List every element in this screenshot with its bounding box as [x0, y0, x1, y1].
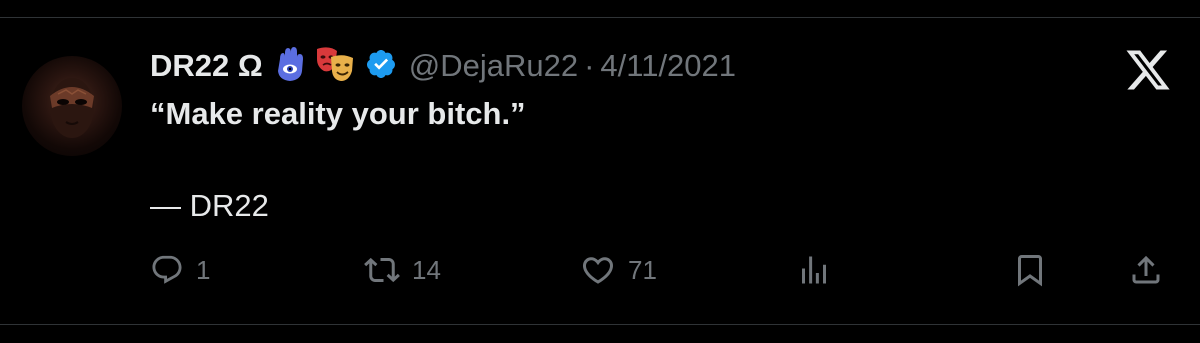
avatar[interactable] [22, 56, 122, 156]
performing-arts-emoji-icon [315, 45, 355, 88]
retweet-button[interactable]: 14 [364, 246, 441, 294]
separator-dot: · [584, 48, 595, 83]
share-icon [1128, 252, 1164, 288]
tweet-signature: — DR22 [150, 188, 269, 223]
like-button[interactable]: 71 [580, 246, 657, 294]
heart-icon [580, 252, 616, 288]
retweet-count: 14 [412, 254, 441, 285]
action-bar: 1 14 71 [150, 246, 1170, 294]
top-divider [0, 0, 1200, 18]
tweet-date[interactable]: 4/11/2021 [600, 48, 736, 84]
tweet-header: DR22 Ω @DejaRu22 · 4/11/2021 [150, 42, 736, 90]
tweet-text: “Make reality your bitch.” [150, 96, 526, 131]
x-logo-icon[interactable] [1124, 46, 1172, 94]
like-count: 71 [628, 254, 657, 285]
reply-icon [150, 253, 184, 287]
retweet-icon [364, 252, 400, 288]
bookmark-button[interactable] [1012, 246, 1048, 294]
display-name[interactable]: DR22 Ω [150, 48, 263, 84]
bookmark-icon [1012, 252, 1048, 288]
verified-badge-icon[interactable] [365, 48, 397, 85]
views-icon [796, 252, 832, 288]
share-button[interactable] [1128, 246, 1164, 294]
bottom-divider [0, 324, 1200, 325]
views-button[interactable] [796, 246, 832, 294]
reply-count: 1 [196, 254, 211, 285]
reply-button[interactable]: 1 [150, 246, 210, 294]
hamsa-emoji-icon [273, 45, 307, 88]
user-handle[interactable]: @DejaRu22 [409, 48, 578, 84]
